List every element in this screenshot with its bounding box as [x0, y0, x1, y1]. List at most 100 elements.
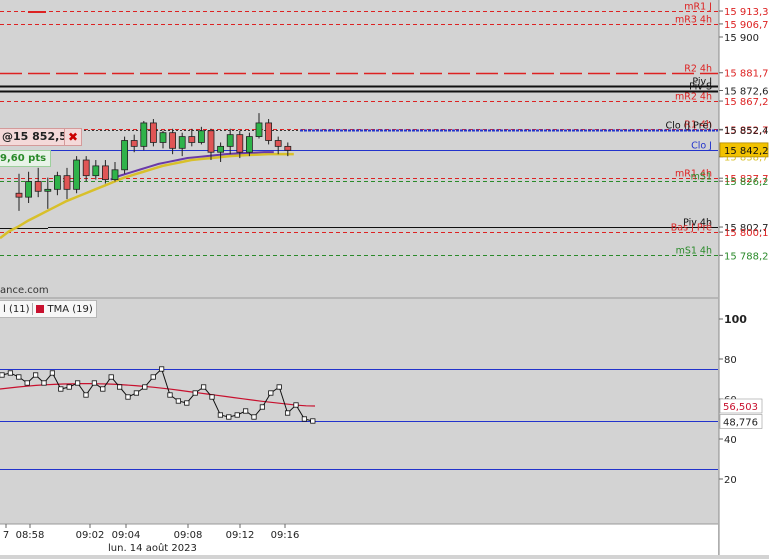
- bearish-candle[interactable]: [63, 175, 71, 190]
- oscillator-value-text: 48,776: [723, 417, 758, 428]
- tma-color-swatch: [36, 305, 45, 313]
- price-axis-level-value: 15 913,3: [724, 7, 769, 18]
- bearish-candle[interactable]: [82, 159, 90, 177]
- oscillator-point: [192, 390, 198, 396]
- bullish-candle[interactable]: [111, 169, 119, 180]
- current-price-value: 15 842,2: [724, 146, 769, 157]
- bearish-candle[interactable]: [130, 140, 138, 147]
- price-axis-level-value: 15 826,2: [724, 177, 769, 188]
- bullish-candle[interactable]: [178, 136, 186, 149]
- bearish-candle[interactable]: [274, 140, 282, 147]
- trading-chart-window: mR1 JmR3 4h R2 4h Piv J Piv SmR2 4h R1 4h Clo…: [0, 0, 769, 555]
- price-level-label: mR3 4h: [675, 15, 712, 26]
- oscillator-point: [268, 390, 274, 396]
- bullish-candle[interactable]: [54, 175, 61, 190]
- bullish-candle[interactable]: [92, 165, 100, 177]
- bearish-candle[interactable]: [236, 134, 244, 153]
- bearish-candle[interactable]: [284, 145, 292, 151]
- oscillator-point: [125, 394, 131, 400]
- time-axis-label: 09:12: [226, 530, 255, 541]
- price-axis-level-value: 15 867,2: [724, 97, 769, 108]
- bullish-candle[interactable]: [226, 134, 234, 147]
- time-axis-label: 7: [3, 530, 9, 541]
- oscillator-point: [66, 384, 72, 390]
- oscillator-point: [117, 384, 123, 390]
- legend-item-tma[interactable]: TMA (19): [33, 304, 95, 315]
- oscillator-point: [83, 392, 89, 398]
- bullish-candle[interactable]: [255, 122, 263, 138]
- bullish-candle[interactable]: [140, 122, 148, 147]
- close-order-icon[interactable]: ✖: [64, 128, 82, 146]
- oscillator-point: [49, 370, 56, 376]
- bullish-candle[interactable]: [159, 132, 167, 143]
- oscillator-point: [91, 380, 97, 386]
- oscillator-point: [284, 410, 291, 416]
- source-watermark: ance.com: [0, 285, 49, 296]
- bearish-candle[interactable]: [34, 181, 42, 192]
- price-axis-level-value: 15 788,2: [724, 251, 769, 262]
- price-chart[interactable]: mR1 JmR3 4hR2 4hPiv JPiv SmR2 4hR1 4hClo…: [0, 0, 769, 555]
- bearish-candle[interactable]: [207, 130, 215, 153]
- oscillator-point: [234, 412, 240, 418]
- bullish-candle[interactable]: [44, 188, 52, 192]
- oscillator-point: [41, 380, 47, 386]
- oscillator-point: [16, 374, 22, 380]
- price-level-label: mR1 J: [684, 2, 712, 13]
- oscillator-point: [200, 384, 207, 390]
- time-axis-label: 09:02: [76, 530, 105, 541]
- indicator-legend: l (11) TMA (19): [0, 300, 97, 318]
- oscillator-point: [310, 418, 316, 424]
- bearish-candle[interactable]: [15, 192, 23, 198]
- price-level-label: mS1 4h: [676, 246, 712, 257]
- oscillator-point: [7, 370, 13, 376]
- oscillator-point: [184, 400, 190, 406]
- oscillator-point: [100, 386, 106, 392]
- oscillator-axis-label: 80: [724, 355, 737, 366]
- price-axis-level-value: 15 881,7: [724, 69, 769, 80]
- bullish-candle[interactable]: [197, 130, 205, 143]
- oscillator-point: [259, 404, 266, 410]
- oscillator-point: [0, 372, 5, 378]
- oscillator-axis-label: 40: [724, 435, 737, 446]
- price-axis-panel: [719, 0, 769, 555]
- oscillator-point: [158, 366, 165, 372]
- time-axis-label: 09:04: [112, 530, 141, 541]
- time-axis-label: 09:16: [271, 530, 300, 541]
- oscillator-point: [276, 384, 282, 390]
- oscillator-point: [33, 372, 39, 378]
- oscillator-point: [142, 384, 148, 390]
- price-level-label: Clo J: [691, 141, 712, 152]
- bullish-candle[interactable]: [217, 145, 225, 153]
- oscillator-point: [167, 392, 173, 398]
- bearish-candle[interactable]: [188, 136, 196, 143]
- time-axis-label: 09:08: [174, 530, 203, 541]
- bullish-candle[interactable]: [121, 140, 128, 171]
- bearish-candle[interactable]: [265, 122, 273, 141]
- oscillator-point: [24, 380, 30, 386]
- oscillator-point: [175, 398, 181, 404]
- oscillator-point: [301, 416, 308, 422]
- oscillator-point: [209, 394, 215, 400]
- price-axis-level-value: 15 872,6: [724, 87, 769, 98]
- oscillator-axis-label: 100: [724, 313, 747, 326]
- price-axis-level-value: 15 800,1: [724, 228, 769, 239]
- price-level-label: mS1: [691, 172, 712, 183]
- oscillator-point: [251, 414, 257, 420]
- bullish-candle[interactable]: [245, 136, 253, 153]
- order-price-tag[interactable]: @15 852,5: [0, 128, 72, 146]
- oscillator-point: [217, 412, 223, 418]
- bearish-candle[interactable]: [102, 165, 109, 180]
- bullish-candle[interactable]: [25, 181, 33, 198]
- bearish-candle[interactable]: [149, 122, 157, 143]
- price-axis-level-value: 15 852,4: [724, 126, 769, 137]
- bullish-candle[interactable]: [73, 159, 80, 190]
- price-level-label: Bas J Pré: [671, 223, 712, 234]
- oscillator-point: [150, 374, 156, 380]
- price-level-label: R2 4h: [684, 64, 712, 75]
- price-axis-level-value: 15 906,7: [724, 20, 769, 31]
- oscillator-point: [226, 414, 232, 420]
- bearish-candle[interactable]: [169, 132, 177, 149]
- price-axis-label: 15 900: [724, 33, 759, 44]
- legend-item-indicator[interactable]: l (11): [0, 304, 32, 315]
- oscillator-value-text: 56,503: [723, 402, 758, 413]
